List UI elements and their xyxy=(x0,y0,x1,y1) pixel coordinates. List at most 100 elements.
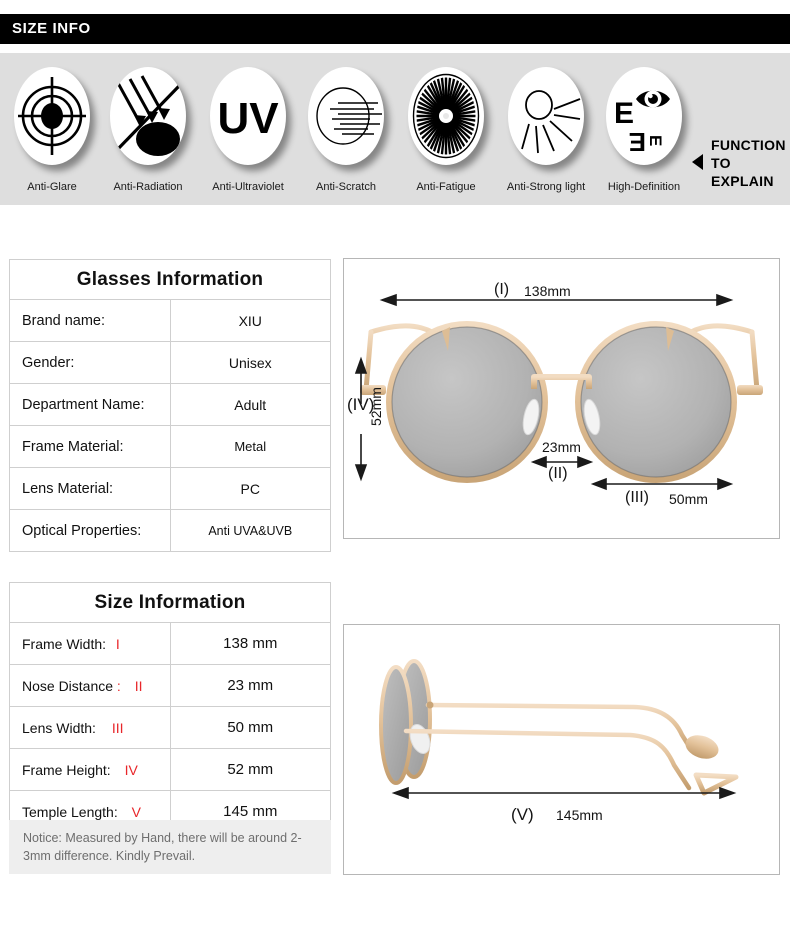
red-colon: : xyxy=(113,677,121,694)
table-row: Frame Material: Metal xyxy=(9,425,331,468)
size-info-title: Size Information xyxy=(9,582,331,623)
nose-distance-value: 23mm xyxy=(542,439,581,455)
row-key: Department Name: xyxy=(9,383,171,426)
feature-label: Anti-Fatigue xyxy=(416,181,476,193)
frame-width-value: 138mm xyxy=(524,283,571,299)
nose-distance-numeral: (II) xyxy=(548,465,568,482)
feature-label: Anti-Radiation xyxy=(113,181,183,193)
frame-height-value: 52mm xyxy=(368,387,384,426)
table-title-row: Size Information xyxy=(9,582,331,623)
row-key: Nose Distance : II xyxy=(9,664,171,707)
feature-label: High-Definition xyxy=(607,181,681,193)
feature-item-anti-strong-light: Anti-Strong light xyxy=(498,63,594,193)
row-value: XIU xyxy=(169,299,331,342)
row-numeral: II xyxy=(134,677,143,694)
feature-item-anti-glare: Anti-Glare xyxy=(4,63,100,193)
svg-text:UV: UV xyxy=(217,94,279,143)
table-row: Department Name: Adult xyxy=(9,383,331,426)
row-key: Lens Width: III xyxy=(9,706,171,749)
explain-line-1: FUNCTION xyxy=(711,137,786,153)
table-title-row: Glasses Information xyxy=(9,259,331,300)
temple-length-numeral: (V) xyxy=(511,805,534,824)
row-key: Optical Properties: xyxy=(9,509,171,552)
feature-strip: Anti-Glare Anti-Radiation UV Anti-Ultrav… xyxy=(0,53,790,205)
size-information-table: Size Information Frame Width: I 138 mm N… xyxy=(9,582,331,833)
row-key: Frame Height: IV xyxy=(9,748,171,791)
badge-anti-scratch xyxy=(304,63,388,169)
temple-length-value: 145mm xyxy=(556,807,603,823)
row-numeral: I xyxy=(115,635,120,652)
sun-with-rays-icon xyxy=(521,90,581,154)
lens-width-numeral: (III) xyxy=(625,489,649,506)
badge-anti-glare xyxy=(10,63,94,169)
header-bar: SIZE INFO xyxy=(0,14,790,44)
glasses-info-title: Glasses Information xyxy=(9,259,331,300)
row-key: Frame Material: xyxy=(9,425,171,468)
row-key-label: Frame Width: xyxy=(22,635,107,652)
scratch-lines-lens-icon xyxy=(316,87,382,145)
row-value: Adult xyxy=(169,383,331,426)
row-value: Metal xyxy=(169,425,331,468)
row-key: Brand name: xyxy=(9,299,171,342)
row-key: Lens Material: xyxy=(9,467,171,510)
explain-line-3: EXPLAIN xyxy=(711,173,774,189)
row-value: 23 mm xyxy=(169,664,331,707)
page-title: SIZE INFO xyxy=(12,20,91,37)
front-view-glasses-illustration xyxy=(354,293,763,491)
side-view-glasses-illustration xyxy=(379,659,739,800)
uv-text-icon: UV xyxy=(217,94,279,143)
feature-label: Anti-Glare xyxy=(27,181,77,193)
feature-item-anti-fatigue: Anti-Fatigue xyxy=(398,63,494,193)
row-value: Anti UVA&UVB xyxy=(169,509,331,552)
row-key-label: Nose Distance xyxy=(22,677,114,694)
feature-item-high-definition: E E E High-Definition xyxy=(596,63,692,193)
explain-line-2: TO xyxy=(711,155,731,171)
lens-width-value: 50mm xyxy=(669,491,708,507)
row-key-label: Lens Width: xyxy=(22,719,96,736)
eye-chart-vision-icon: E E E xyxy=(614,90,670,157)
table-row: Frame Width: I 138 mm xyxy=(9,622,331,665)
svg-text:E: E xyxy=(646,135,665,146)
feature-item-anti-ultraviolet: UV Anti-Ultraviolet xyxy=(200,63,296,193)
front-view-diagram-panel: (I) 138mm (IV) 52mm 23mm (II) (III) 50mm xyxy=(343,258,780,539)
badge-anti-ultraviolet: UV xyxy=(206,63,290,169)
feature-label: Anti-Scratch xyxy=(316,181,376,193)
feature-label: Anti-Strong light xyxy=(506,181,586,193)
badge-anti-strong-light xyxy=(504,63,588,169)
table-row: Lens Material: PC xyxy=(9,467,331,510)
left-triangle-icon xyxy=(692,154,703,170)
feature-label: Anti-Ultraviolet xyxy=(212,181,284,193)
row-numeral: III xyxy=(111,719,124,736)
row-value: 52 mm xyxy=(169,748,331,791)
radial-sunburst-icon xyxy=(412,73,480,159)
svg-text:E: E xyxy=(629,127,646,157)
table-row: Lens Width: III 50 mm xyxy=(9,706,331,749)
feature-item-anti-radiation: Anti-Radiation xyxy=(100,63,196,193)
row-value: Unisex xyxy=(169,341,331,384)
row-numeral: V xyxy=(131,803,141,820)
frame-width-numeral: (I) xyxy=(494,281,510,298)
row-key-label: Frame Height: xyxy=(22,761,111,778)
side-view-diagram-panel: (V) 145mm xyxy=(343,624,780,875)
row-value: 138 mm xyxy=(169,622,331,665)
badge-anti-radiation xyxy=(106,63,190,169)
glasses-information-table: Glasses Information Brand name: XIU Gend… xyxy=(9,259,331,552)
row-value: PC xyxy=(169,467,331,510)
row-key-label: Temple Length: xyxy=(22,803,118,820)
table-row: Gender: Unisex xyxy=(9,341,331,384)
table-row: Frame Height: IV 52 mm xyxy=(9,748,331,791)
row-key: Gender: xyxy=(9,341,171,384)
crosshair-target-icon xyxy=(18,77,86,155)
table-row: Brand name: XIU xyxy=(9,299,331,342)
row-numeral: IV xyxy=(124,761,138,778)
svg-text:E: E xyxy=(614,97,634,130)
function-to-explain-text: FUNCTION TO EXPLAIN xyxy=(711,136,786,190)
row-value: 50 mm xyxy=(169,706,331,749)
feature-item-anti-scratch: Anti-Scratch xyxy=(298,63,394,193)
badge-high-definition: E E E xyxy=(602,63,686,169)
table-row: Nose Distance : II 23 mm xyxy=(9,664,331,707)
table-row: Optical Properties: Anti UVA&UVB xyxy=(9,509,331,552)
notice-text: Notice: Measured by Hand, there will be … xyxy=(23,831,302,863)
badge-anti-fatigue xyxy=(404,63,488,169)
row-key: Frame Width: I xyxy=(9,622,171,665)
